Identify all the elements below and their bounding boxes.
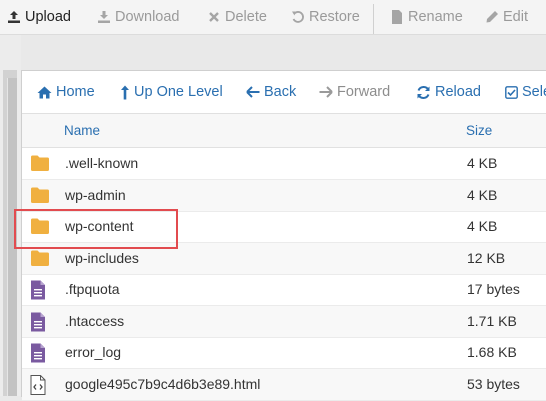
file-name[interactable]: .htaccess	[65, 306, 124, 337]
toolbar-divider	[373, 4, 374, 34]
table-row[interactable]: error_log 1.68 KB	[22, 337, 546, 369]
folder-icon	[30, 249, 50, 269]
file-size: 12 KB	[467, 249, 506, 266]
file-size: 4 KB	[467, 155, 498, 171]
checkbox-icon	[505, 85, 518, 99]
file-list-panel: Home Up One Level Back Forward Reload Se…	[21, 70, 546, 401]
restore-button[interactable]: Restore	[290, 0, 360, 34]
forward-button[interactable]: Forward	[319, 71, 390, 113]
folder-icon	[30, 186, 50, 206]
home-icon	[37, 86, 52, 99]
file-name[interactable]: error_log	[65, 337, 121, 368]
table-row[interactable]: wp-admin 4 KB	[22, 179, 546, 212]
edit-button[interactable]: Edit	[484, 0, 528, 34]
home-button[interactable]: Home	[37, 71, 95, 113]
file-size: 1.71 KB	[467, 312, 517, 329]
back-button[interactable]: Back	[246, 71, 296, 113]
table-row[interactable]: wp-includes 12 KB	[22, 242, 546, 275]
folder-icon	[30, 154, 50, 174]
delete-label: Delete	[225, 9, 267, 25]
table-row[interactable]: .ftpquota 17 bytes	[22, 274, 546, 306]
up-one-level-label: Up One Level	[134, 84, 223, 100]
file-name[interactable]: wp-includes	[65, 243, 139, 274]
file-manager-toolbar: Upload Download Delete Restore Rename Ed…	[0, 0, 546, 35]
upload-label: Upload	[25, 9, 71, 25]
up-one-level-button[interactable]: Up One Level	[120, 71, 223, 113]
home-label: Home	[56, 84, 95, 100]
file-size: 53 bytes	[467, 375, 520, 392]
select-all-label: Sele	[522, 84, 546, 100]
reload-button[interactable]: Reload	[416, 71, 481, 113]
column-header-name[interactable]: Name	[64, 114, 100, 147]
delete-x-icon	[206, 11, 222, 23]
download-label: Download	[115, 9, 180, 25]
file-name[interactable]: wp-content	[65, 211, 133, 242]
delete-button[interactable]: Delete	[206, 0, 267, 34]
file-size: 17 bytes	[467, 281, 520, 297]
file-name[interactable]: .ftpquota	[65, 274, 120, 305]
sidebar-scrollbar-thumb[interactable]	[7, 78, 17, 396]
file-name[interactable]: .well-known	[65, 148, 138, 179]
edit-label: Edit	[503, 9, 528, 25]
download-icon	[96, 10, 112, 24]
restore-label: Restore	[309, 9, 360, 25]
pencil-icon	[484, 10, 500, 24]
arrow-left-icon	[246, 86, 260, 98]
restore-icon	[290, 10, 306, 24]
table-row[interactable]: .well-known 4 KB	[22, 148, 546, 180]
reload-label: Reload	[435, 84, 481, 100]
folder-icon	[30, 217, 50, 237]
upload-button[interactable]: Upload	[6, 0, 71, 34]
refresh-icon	[416, 85, 431, 100]
file-name[interactable]: wp-admin	[65, 180, 126, 211]
file-size: 1.68 KB	[467, 344, 517, 360]
file-size: 4 KB	[467, 218, 498, 234]
download-button[interactable]: Download	[96, 0, 180, 34]
forward-label: Forward	[337, 84, 391, 100]
file-size: 4 KB	[467, 186, 498, 203]
text-file-icon	[30, 280, 50, 300]
table-row[interactable]: wp-content 4 KB	[22, 211, 546, 243]
level-up-icon	[120, 85, 130, 100]
text-file-icon	[30, 343, 50, 363]
file-icon	[389, 10, 405, 24]
html-file-icon	[30, 374, 50, 395]
select-all-button[interactable]: Sele	[505, 71, 546, 113]
table-header: Name Size	[22, 114, 546, 148]
arrow-right-icon	[319, 86, 333, 98]
file-name[interactable]: google495c7b9c4d6b3e89.html	[65, 369, 260, 400]
rename-label: Rename	[408, 9, 463, 25]
navigation-bar: Home Up One Level Back Forward Reload Se…	[22, 71, 546, 114]
text-file-icon	[30, 312, 50, 332]
upload-icon	[6, 10, 22, 24]
column-header-size[interactable]: Size	[466, 114, 492, 147]
back-label: Back	[264, 84, 297, 100]
table-row[interactable]: .htaccess 1.71 KB	[22, 305, 546, 338]
rename-button[interactable]: Rename	[389, 0, 463, 34]
